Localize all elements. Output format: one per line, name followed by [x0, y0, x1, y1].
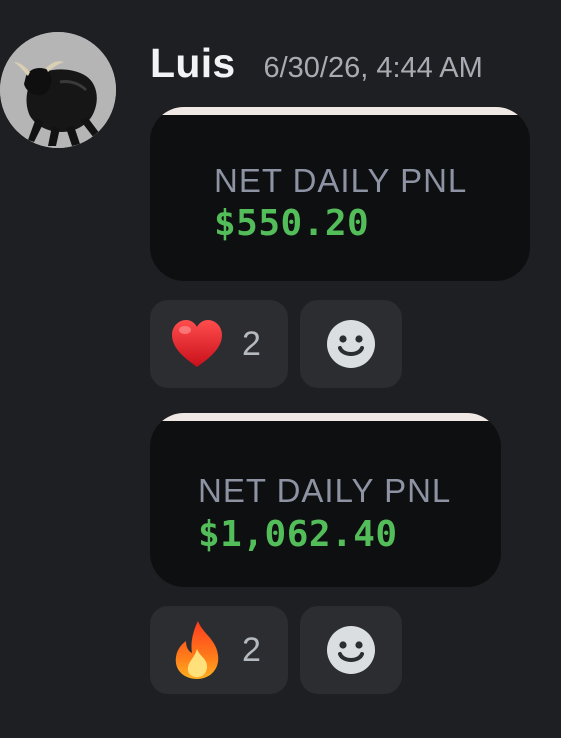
pnl-image-attachment[interactable]: NET DAILY PNL $1,062.40 — [150, 413, 501, 587]
pnl-amount: $550.20 — [214, 203, 370, 244]
message-header: Luis 6/30/26, 4:44 AM — [150, 40, 483, 96]
reaction-count: 2 — [242, 630, 261, 669]
add-reaction-button[interactable] — [300, 606, 402, 694]
timestamp: 6/30/26, 4:44 AM — [263, 52, 483, 84]
reaction-count: 2 — [242, 324, 261, 363]
reaction-heart[interactable]: 2 — [150, 300, 288, 388]
add-reaction-button[interactable] — [300, 300, 402, 388]
pnl-image-attachment[interactable]: NET DAILY PNL $550.20 — [150, 107, 530, 281]
image-top-strip — [150, 107, 530, 115]
smiley-face-icon — [327, 320, 375, 368]
heart-emoji-icon — [166, 313, 228, 375]
pnl-label: NET DAILY PNL — [214, 162, 468, 199]
pnl-label: NET DAILY PNL — [198, 472, 452, 509]
bull-avatar-icon — [0, 32, 116, 148]
pnl-amount: $1,062.40 — [198, 514, 398, 555]
avatar[interactable] — [0, 32, 116, 148]
username[interactable]: Luis — [150, 40, 235, 87]
fire-emoji-icon — [166, 619, 228, 681]
reaction-fire[interactable]: 2 — [150, 606, 288, 694]
smiley-face-icon — [327, 626, 375, 674]
image-top-strip — [150, 413, 501, 421]
